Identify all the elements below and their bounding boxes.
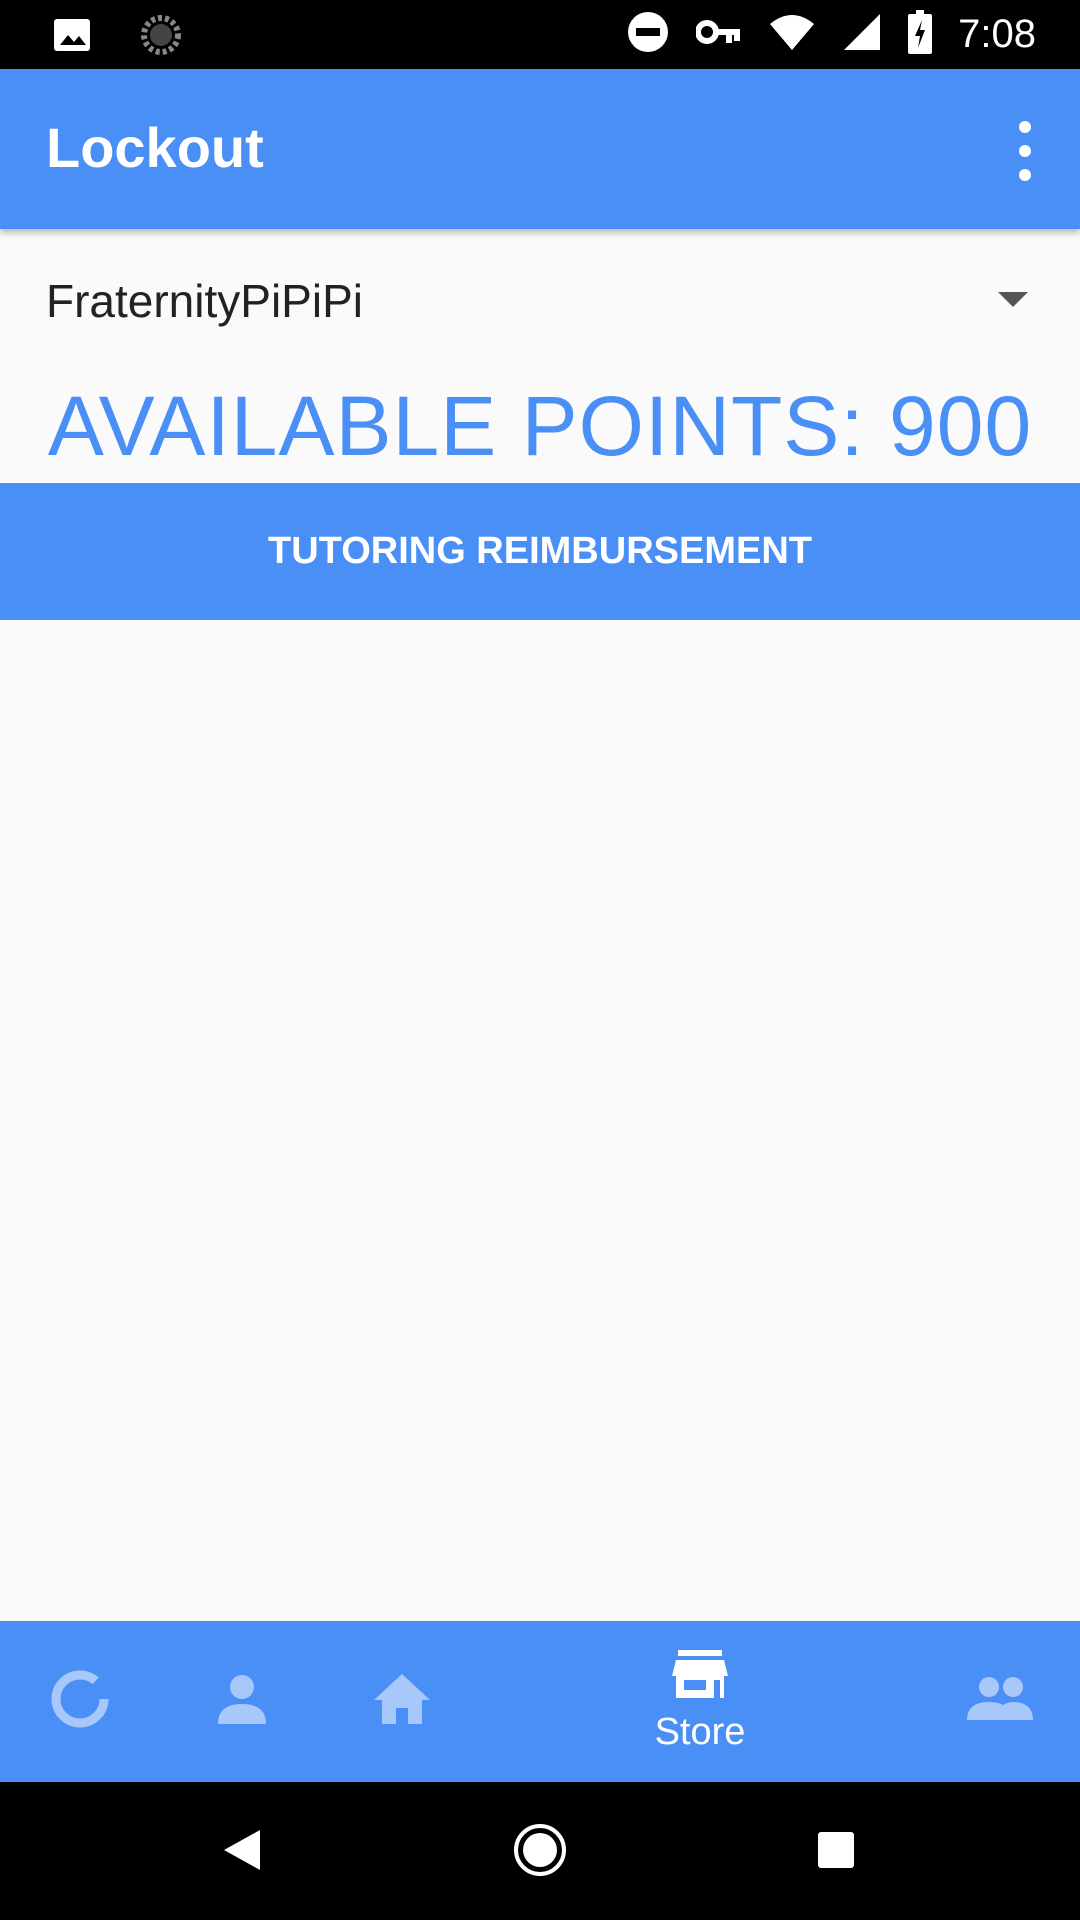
nav-item-store[interactable]: Store [600, 1621, 800, 1782]
nav-item-home[interactable] [352, 1621, 452, 1782]
group-selector-value: FraternityPiPiPi [46, 275, 363, 327]
progress-ring-icon [49, 1668, 111, 1735]
dropdown-arrow-icon [998, 292, 1028, 307]
recents-icon[interactable] [804, 1818, 868, 1882]
sync-icon [140, 14, 182, 61]
home-icon [372, 1672, 432, 1731]
app-title: Lockout [46, 116, 264, 179]
bottom-navigation: Store [0, 1621, 1080, 1782]
group-icon [967, 1676, 1033, 1727]
wifi-icon [768, 12, 816, 57]
status-bar: 7:08 [0, 0, 1080, 69]
app-bar: Lockout [0, 69, 1080, 229]
nav-item-progress[interactable] [30, 1621, 130, 1782]
system-navigation-bar [0, 1782, 1080, 1920]
cell-signal-icon [842, 12, 882, 57]
available-points: AVAILABLE POINTS: 900 [47, 379, 1033, 473]
battery-charging-icon [908, 10, 933, 59]
home-circle-icon[interactable] [508, 1818, 572, 1882]
nav-item-group[interactable] [948, 1621, 1052, 1782]
clock: 7:08 [958, 12, 1036, 56]
do-not-disturb-icon [626, 10, 670, 59]
nav-label-store: Store [654, 1710, 746, 1753]
vpn-key-icon [695, 17, 742, 52]
store-icon [672, 1649, 728, 1705]
nav-item-profile[interactable] [192, 1621, 292, 1782]
back-icon[interactable] [210, 1818, 274, 1882]
reward-item-tutoring-reimbursement[interactable]: TUTORING REIMBURSEMENT [0, 483, 1080, 620]
more-vert-icon[interactable] [1010, 121, 1040, 181]
image-icon [52, 15, 92, 60]
person-icon [215, 1672, 269, 1731]
group-selector-dropdown[interactable]: FraternityPiPiPi [0, 236, 1080, 366]
